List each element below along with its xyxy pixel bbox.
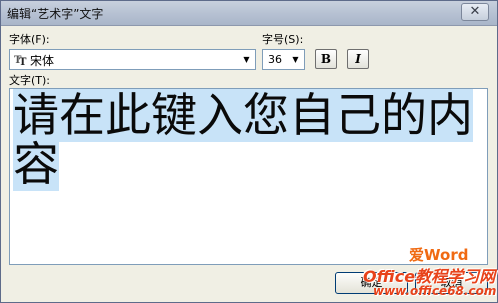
chevron-down-icon[interactable]: ▼ <box>239 51 254 68</box>
dialog-title: 编辑“艺术字”文字 <box>7 7 104 21</box>
size-select[interactable]: 36 ▼ <box>262 49 305 70</box>
watermark-line-1: 爱Word <box>409 246 469 264</box>
wordart-text-content: 请在此键入您自己的内容 <box>13 88 483 191</box>
italic-button[interactable]: I <box>347 49 369 69</box>
wordart-text-input[interactable]: 请在此键入您自己的内容 <box>9 88 488 265</box>
text-label: 文字(T): <box>9 74 51 87</box>
close-button[interactable]: ✕ <box>461 3 489 21</box>
title-bar[interactable]: 编辑“艺术字”文字 ✕ <box>1 1 497 26</box>
truetype-font-icon: T T <box>14 55 27 66</box>
font-value: 宋体 <box>30 54 55 68</box>
font-select[interactable]: T T 宋体 ▼ <box>9 49 256 70</box>
svg-text:T: T <box>19 57 27 66</box>
close-icon: ✕ <box>469 4 481 19</box>
size-label: 字号(S): <box>262 33 304 46</box>
bold-button[interactable]: B <box>315 49 337 69</box>
size-value: 36 <box>268 53 282 66</box>
watermark-line-3: www.office68.com <box>373 284 497 298</box>
selected-text: 请在此键入您自己的内容 <box>13 88 473 191</box>
font-label: 字体(F): <box>9 33 50 46</box>
chevron-down-icon[interactable]: ▼ <box>288 51 303 68</box>
edit-wordart-dialog: 编辑“艺术字”文字 ✕ 字体(F): T T 宋体 ▼ 字号(S): 36 ▼ … <box>0 0 498 303</box>
